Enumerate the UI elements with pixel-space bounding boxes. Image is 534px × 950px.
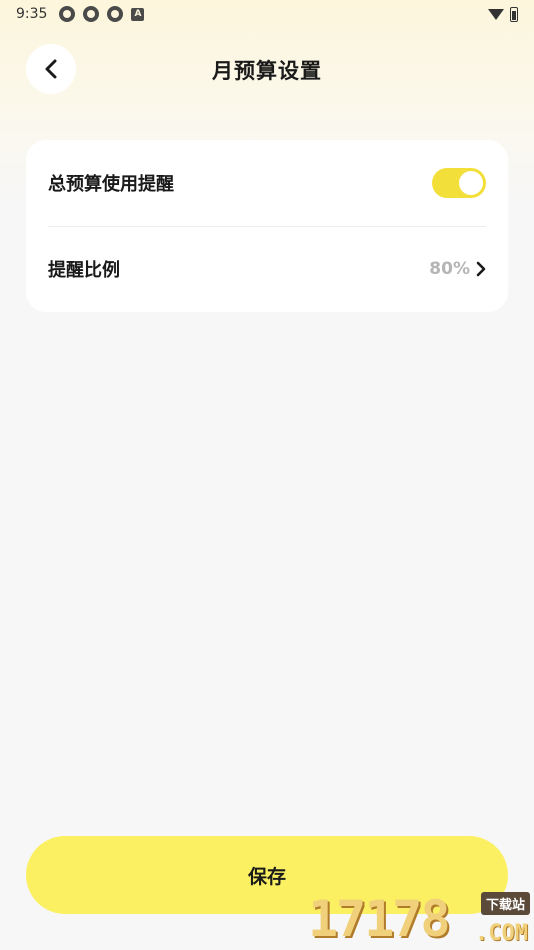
toggle-knob [459, 171, 483, 195]
back-button[interactable] [26, 44, 76, 94]
app-notification-icon [59, 6, 76, 22]
watermark-tag: 下载站 [480, 892, 530, 915]
app-notification-icon [107, 6, 124, 22]
budget-reminder-label: 总预算使用提醒 [48, 174, 174, 195]
battery-icon [510, 6, 518, 22]
settings-card: 总预算使用提醒 提醒比例 80% [26, 140, 508, 312]
budget-reminder-row: 总预算使用提醒 [48, 140, 486, 226]
status-time: 9:35 [16, 6, 48, 22]
chevron-left-icon [45, 59, 57, 79]
watermark-digits: 17178 [308, 890, 451, 948]
notification-icons: A [59, 6, 145, 22]
reminder-ratio-row[interactable]: 提醒比例 80% [48, 226, 486, 312]
page-title: 月预算设置 [212, 59, 322, 83]
app-notification-icon [83, 6, 100, 22]
status-bar: 9:35 A [0, 0, 534, 28]
reminder-ratio-value: 80% [429, 259, 470, 279]
wifi-icon [488, 8, 504, 20]
watermark-suffix: .COM [475, 921, 528, 946]
reminder-ratio-label: 提醒比例 [48, 260, 120, 281]
chevron-right-icon [476, 261, 486, 277]
a-badge-icon: A [131, 7, 145, 21]
reminder-ratio-value-wrap: 80% [429, 259, 486, 279]
header: 月预算设置 [0, 44, 534, 96]
status-right-icons [488, 6, 518, 22]
budget-reminder-toggle[interactable] [432, 168, 486, 198]
site-watermark: 17178 下载站 .COM [308, 890, 534, 950]
